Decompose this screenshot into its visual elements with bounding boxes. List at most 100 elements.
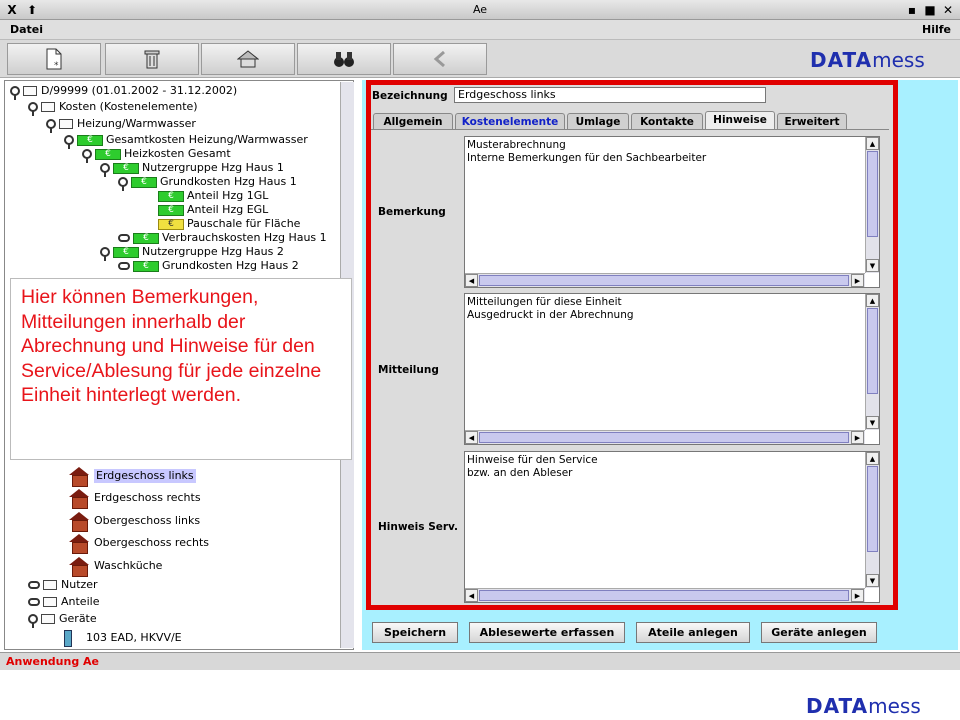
tree-node-unit[interactable]: Obergeschoss links [68,511,200,532]
expand-pin-icon[interactable] [118,177,128,191]
back-arrow-icon [433,51,445,67]
tree-label: Anteile [61,595,100,608]
tree-node-pauschale[interactable]: € Pauschale für Fläche [158,217,300,231]
home-button[interactable] [201,43,295,75]
tree-node-kosten[interactable]: Kosten (Kostenelemente) [28,100,198,116]
mitteilung-textarea[interactable]: Mitteilungen für diese Einheit Ausgedruc… [464,293,880,445]
tab-umlage[interactable]: Umlage [567,113,629,130]
collapsed-pin-icon[interactable] [118,234,130,242]
tree-node-gesamtkosten[interactable]: € Gesamtkosten Heizung/Warmwasser [64,133,308,149]
expand-pin-icon[interactable] [28,614,38,628]
tree-node-device[interactable]: 103 EAD, HKVV/E [64,629,182,647]
scroll-left-icon[interactable]: ◀ [465,589,478,602]
add-devices-button[interactable]: Geräte anlegen [761,622,877,643]
tree-node-anteil1gl[interactable]: € Anteil Hzg 1GL [158,189,268,203]
tab-hinweise[interactable]: Hinweise [705,111,775,130]
vertical-scrollbar[interactable]: ▲ ▼ [865,294,879,430]
tree-node-ng2[interactable]: € Nutzergruppe Hzg Haus 2 [100,245,284,261]
title-bar: X ⬆ Ae ▪ ■ ✕ [0,0,960,20]
scroll-right-icon[interactable]: ▶ [851,589,864,602]
tab-kontakte[interactable]: Kontakte [631,113,703,130]
tab-erweitert[interactable]: Erweitert [777,113,847,130]
scroll-thumb[interactable] [479,590,849,601]
horizontal-scrollbar[interactable]: ◀ ▶ [465,273,865,287]
tree-label: Erdgeschoss rechts [94,491,201,504]
tree-node-unit[interactable]: Erdgeschoss rechts [68,488,201,509]
minimize-icon[interactable]: ▪ [904,2,920,18]
bemerkung-textarea[interactable]: Musterabrechnung Interne Bemerkungen für… [464,136,880,288]
binoculars-icon [334,52,354,67]
scroll-thumb[interactable] [867,308,878,394]
back-button[interactable] [393,43,487,75]
tree-label: Grundkosten Hzg Haus 1 [160,175,297,188]
vertical-scrollbar[interactable]: ▲ ▼ [865,137,879,273]
tree-node-anteilegl[interactable]: € Anteil Hzg EGL [158,203,268,217]
scroll-left-icon[interactable]: ◀ [465,274,478,287]
scroll-right-icon[interactable]: ▶ [851,431,864,444]
scroll-right-icon[interactable]: ▶ [851,274,864,287]
scroll-left-icon[interactable]: ◀ [465,431,478,444]
scroll-up-icon[interactable]: ▲ [866,294,879,307]
tree-node-geraete[interactable]: Geräte [28,612,97,628]
scroll-up-icon[interactable]: ▲ [866,137,879,150]
tab-allgemein[interactable]: Allgemein [373,113,453,130]
readings-button[interactable]: Ablesewerte erfassen [469,622,625,643]
scroll-down-icon[interactable]: ▼ [866,416,879,429]
tree-node-unit[interactable]: Waschküche [68,556,162,577]
expand-pin-icon[interactable] [100,163,110,177]
tree-node-anteile[interactable]: Anteile [28,595,99,609]
horizontal-scrollbar[interactable]: ◀ ▶ [465,588,865,602]
vertical-scrollbar[interactable]: ▲ ▼ [865,452,879,588]
tree-label: Anteil Hzg EGL [187,203,269,216]
logo-part1: DATA [806,694,869,718]
tree-node-root[interactable]: D/99999 (01.01.2002 - 31.12.2002) [10,84,238,100]
scroll-thumb[interactable] [479,432,849,443]
scroll-up-icon[interactable]: ▲ [866,452,879,465]
tree-node-heizung[interactable]: Heizung/Warmwasser [46,117,196,133]
new-button[interactable]: * [7,43,101,75]
tree-node-unit[interactable]: Erdgeschoss links [68,466,196,487]
save-button[interactable]: Speichern [372,622,458,643]
tree-label: 103 EAD, HKVV/E [86,631,182,644]
collapsed-pin-icon[interactable] [118,262,130,270]
folder-icon [23,86,37,96]
maximize-icon[interactable]: ■ [922,2,938,18]
menu-file[interactable]: Datei [10,23,43,36]
scroll-down-icon[interactable]: ▼ [866,259,879,272]
tree-node-nutzer[interactable]: Nutzer [28,578,98,592]
tree-node-unit[interactable]: Obergeschoss rechts [68,533,209,554]
expand-pin-icon[interactable] [46,119,56,133]
window-title: Ae [472,3,488,16]
add-shares-button[interactable]: Ateile anlegen [636,622,750,643]
tree-node-verbrauch1[interactable]: € Verbrauchskosten Hzg Haus 1 [118,231,327,245]
bezeichnung-input[interactable]: Erdgeschoss links [454,87,766,103]
scroll-thumb[interactable] [867,466,878,552]
tree-node-heizkosten[interactable]: € Heizkosten Gesamt [82,147,231,163]
tree-node-gk2[interactable]: € Grundkosten Hzg Haus 2 [118,259,299,273]
expand-pin-icon[interactable] [100,247,110,261]
expand-pin-icon[interactable] [82,149,92,163]
menu-help[interactable]: Hilfe [922,23,951,36]
close-icon[interactable]: ✕ [940,2,956,18]
tree-label: D/99999 (01.01.2002 - 31.12.2002) [41,84,238,97]
folder-icon [59,119,73,129]
tab-kostenelemente[interactable]: Kostenelemente [455,113,565,130]
collapsed-pin-icon[interactable] [28,598,40,606]
delete-button[interactable] [105,43,199,75]
tree-node-ng1[interactable]: € Nutzergruppe Hzg Haus 1 [100,161,284,177]
scroll-thumb[interactable] [867,151,878,237]
collapsed-pin-icon[interactable] [28,581,40,589]
hinweis-textarea[interactable]: Hinweise für den Service bzw. an den Abl… [464,451,880,603]
tree-label: Gesamtkosten Heizung/Warmwasser [106,133,308,146]
expand-pin-icon[interactable] [28,102,38,116]
expand-pin-icon[interactable] [64,135,74,149]
bemerkung-text: Musterabrechnung Interne Bemerkungen für… [467,139,707,164]
horizontal-scrollbar[interactable]: ◀ ▶ [465,430,865,444]
logo-part1: DATA [810,48,873,72]
scroll-thumb[interactable] [479,275,849,286]
house-icon [68,489,90,509]
search-button[interactable] [297,43,391,75]
scroll-down-icon[interactable]: ▼ [866,574,879,587]
expand-pin-icon[interactable] [10,86,20,100]
tree-node-gk1[interactable]: € Grundkosten Hzg Haus 1 [118,175,297,191]
